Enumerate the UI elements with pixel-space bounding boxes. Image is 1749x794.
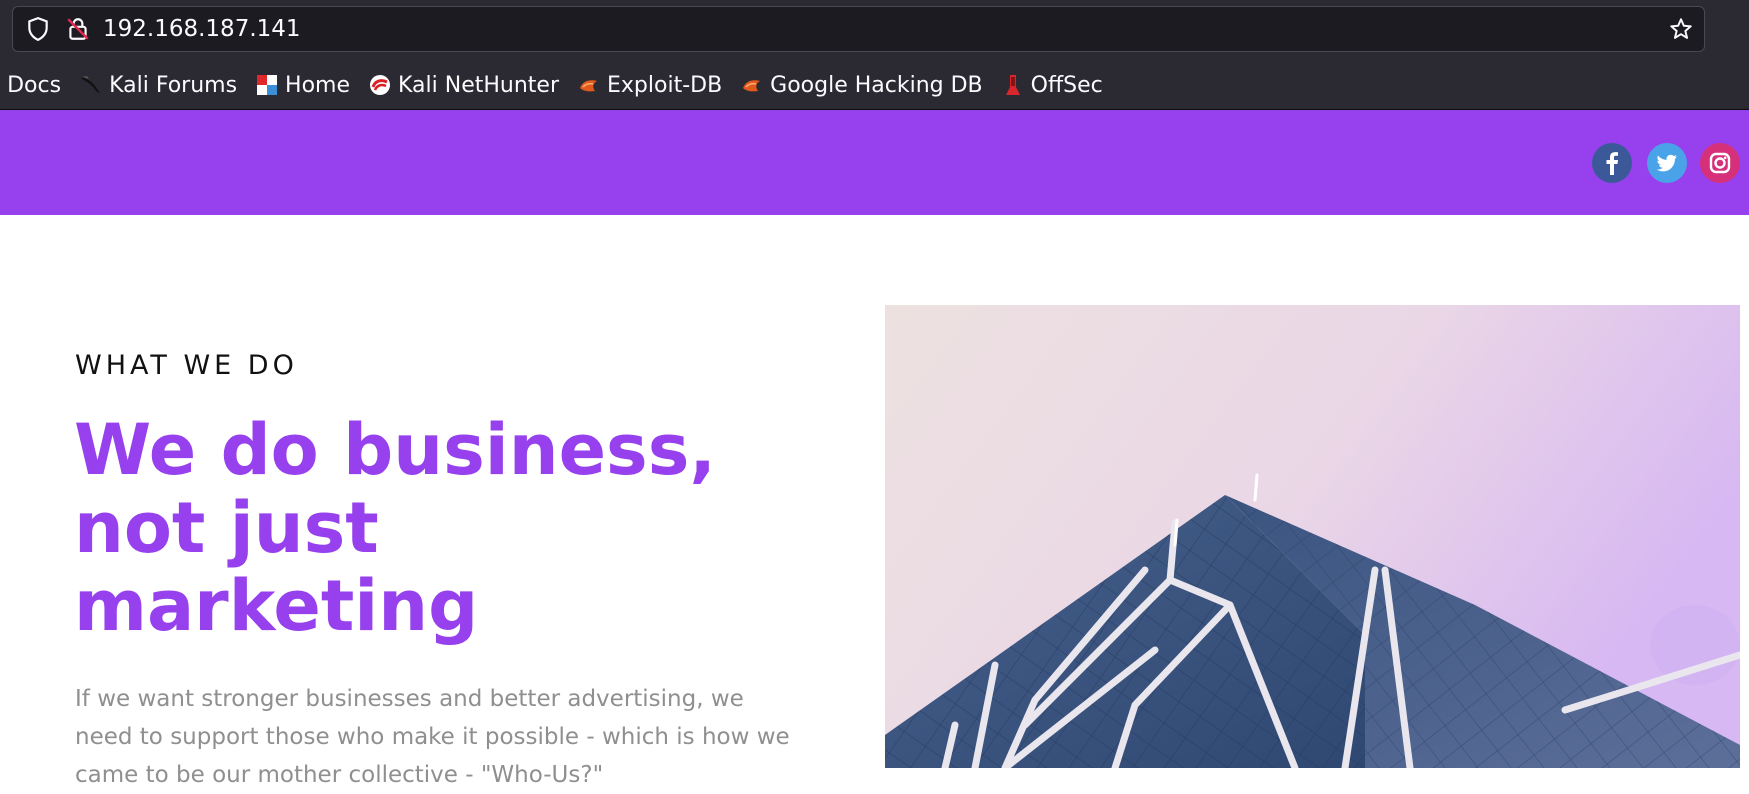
nethunter-icon: [368, 73, 392, 97]
bookmark-label: OffSec: [1030, 72, 1103, 98]
shield-icon[interactable]: [25, 16, 51, 46]
hero-building-image: [885, 305, 1740, 768]
bookmark-label: Kali Forums: [109, 72, 238, 98]
bookmark-offsec[interactable]: OffSec: [1001, 62, 1103, 108]
kali-dragon-icon: [79, 73, 103, 97]
section-eyebrow: WHAT WE DO: [75, 350, 298, 381]
bookmark-label: Home: [285, 72, 350, 98]
home-favicon: [255, 73, 279, 97]
browser-toolbar: 192.168.187.141 i Docs Kali Forums Home …: [0, 0, 1749, 110]
bookmark-kali-nethunter[interactable]: Kali NetHunter: [368, 62, 559, 108]
headline-line: marketing: [74, 565, 479, 647]
bookmark-star-icon[interactable]: [1668, 16, 1694, 46]
facebook-icon[interactable]: [1592, 143, 1632, 183]
bookmark-label: i Docs: [0, 72, 62, 98]
bookmark-kali-docs[interactable]: i Docs: [0, 62, 61, 108]
section-body-text: If we want stronger businesses and bette…: [75, 686, 790, 788]
page-headline: We do business, not just marketing: [74, 411, 794, 645]
address-bar[interactable]: 192.168.187.141: [12, 6, 1705, 52]
bookmark-label: Google Hacking DB: [770, 72, 983, 98]
ghdb-icon: [740, 73, 764, 97]
bookmark-kali-forums[interactable]: Kali Forums: [79, 62, 237, 108]
bookmark-label: Kali NetHunter: [398, 72, 559, 98]
headline-line: We do business,: [74, 409, 716, 491]
bookmark-home[interactable]: Home: [255, 62, 350, 108]
url-text[interactable]: 192.168.187.141: [103, 7, 301, 51]
bookmark-google-hacking-db[interactable]: Google Hacking DB: [740, 62, 983, 108]
headline-line: not just: [74, 487, 379, 569]
instagram-icon[interactable]: [1700, 143, 1740, 183]
bookmark-label: Exploit-DB: [607, 72, 723, 98]
insecure-lock-icon[interactable]: [65, 16, 91, 46]
twitter-icon[interactable]: [1647, 143, 1687, 183]
exploit-db-icon: [577, 73, 601, 97]
bookmark-exploit-db[interactable]: Exploit-DB: [577, 62, 722, 108]
bookmarks-toolbar: i Docs Kali Forums Home Kali NetHunter E…: [0, 62, 1749, 108]
offsec-icon: [1001, 73, 1025, 97]
site-header: [0, 110, 1749, 215]
